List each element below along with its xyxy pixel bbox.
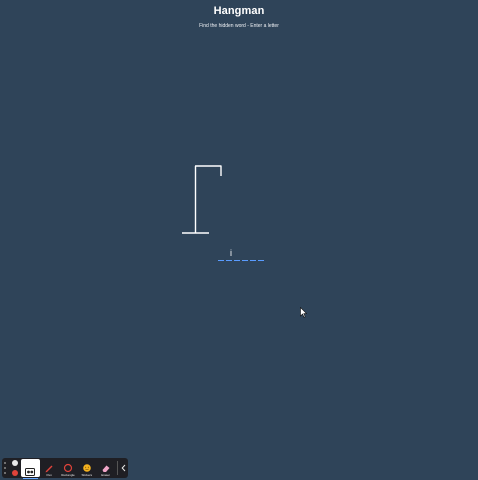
rectangle-label: Rectangle <box>61 473 75 477</box>
letter-blank <box>218 260 224 261</box>
hidden-word: i <box>210 248 268 266</box>
rectangle-tool-button[interactable]: Rectangle <box>59 459 78 477</box>
recording-controls <box>11 460 19 476</box>
letter-blank <box>242 260 248 261</box>
collapse-toolbar-button[interactable] <box>120 462 126 474</box>
toolbar-divider <box>117 461 119 475</box>
eraser-icon <box>100 463 112 473</box>
guessed-letter: i <box>230 248 232 258</box>
page-subtitle: Find the hidden word - Enter a letter <box>199 23 279 29</box>
sticker-icon <box>81 463 93 473</box>
pen-tool-button[interactable]: Pen <box>40 459 59 477</box>
letter-blanks <box>218 260 264 261</box>
pen-label: Pen <box>46 473 52 477</box>
page-title: Hangman <box>213 5 265 17</box>
eraser-label: Eraser <box>101 473 111 477</box>
letter-blank <box>258 260 264 261</box>
letter-blank <box>250 260 256 261</box>
gallows-drawing <box>182 165 222 234</box>
record-icon[interactable] <box>11 460 18 466</box>
pen-icon <box>43 463 55 473</box>
mouse-cursor-icon <box>300 307 307 318</box>
chevron-left-icon <box>121 464 125 472</box>
select-tool-button[interactable] <box>20 459 40 479</box>
select-icon <box>24 467 36 477</box>
annotation-toolbar: Pen Rectangle Stickers Eraser <box>2 458 128 479</box>
rectangle-icon <box>62 463 74 473</box>
stickers-tool-button[interactable]: Stickers <box>77 459 96 477</box>
drag-handle[interactable] <box>4 462 8 474</box>
eraser-tool-button[interactable]: Eraser <box>96 459 115 477</box>
stop-icon[interactable] <box>11 470 18 476</box>
game-page: Hangman Find the hidden word - Enter a l… <box>0 0 478 480</box>
letter-blank <box>234 260 240 261</box>
letter-blank <box>226 260 232 261</box>
stickers-label: Stickers <box>81 473 93 477</box>
